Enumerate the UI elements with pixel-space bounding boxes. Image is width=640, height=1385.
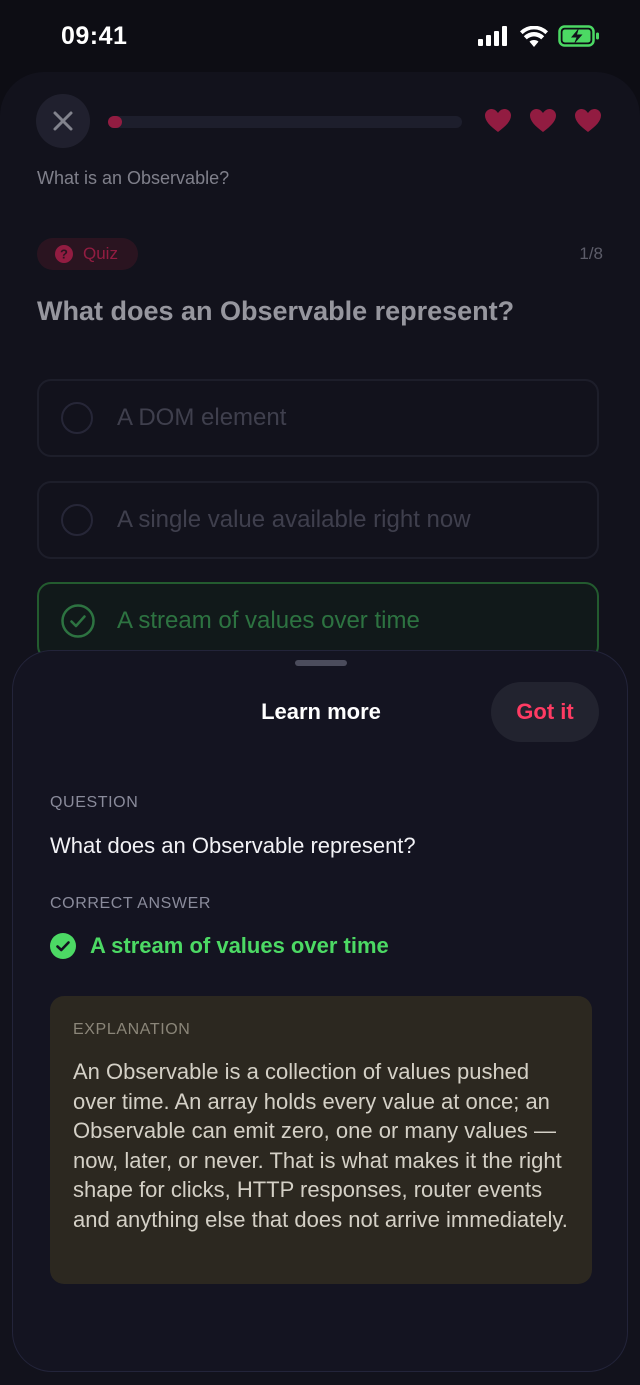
correct-answer-text: A stream of values over time — [90, 933, 389, 958]
status-icons — [478, 25, 600, 47]
check-circle-icon — [61, 604, 95, 638]
answer-option-correct[interactable]: A stream of values over time — [37, 582, 599, 660]
got-it-button[interactable]: Got it — [491, 682, 599, 742]
answer-option[interactable]: A DOM element — [37, 379, 599, 457]
screen: 09:41 What is an Observable? ? Quiz 1/8 … — [0, 0, 640, 1385]
sheet-question-text: What does an Observable represent? — [50, 833, 416, 858]
quiz-badge-label: Quiz — [83, 244, 118, 263]
answer-option-label: A stream of values over time — [117, 607, 420, 634]
answer-option-label: A single value available right now — [117, 506, 471, 533]
explanation-label: EXPLANATION — [73, 1021, 191, 1038]
heart-icon — [530, 109, 556, 132]
explanation-text: An Observable is a collection of values … — [73, 1059, 568, 1232]
radio-icon — [61, 504, 93, 536]
heart-icon — [485, 109, 511, 132]
explanation-box: EXPLANATION An Observable is a collectio… — [50, 996, 592, 1284]
close-button[interactable] — [36, 94, 90, 148]
lesson-title: What is an Observable? — [37, 168, 230, 188]
check-circle-icon — [50, 933, 76, 959]
close-icon — [53, 111, 73, 131]
radio-icon — [61, 402, 93, 434]
answer-option[interactable]: A single value available right now — [37, 481, 599, 559]
correct-answer: A stream of values over time — [50, 933, 389, 959]
progress-fill — [108, 116, 123, 128]
battery-charging-icon — [558, 25, 599, 47]
answer-option-label: A DOM element — [117, 404, 287, 431]
question-counter: 1/8 — [579, 244, 603, 263]
signal-icon — [478, 26, 507, 46]
question-section-label: QUESTION — [50, 794, 139, 811]
correct-answer-label: CORRECT ANSWER — [50, 895, 212, 912]
question-circle-icon: ? — [55, 245, 73, 263]
svg-text:?: ? — [60, 247, 68, 262]
hearts — [484, 108, 602, 133]
wifi-icon — [520, 25, 548, 47]
progress-bar — [108, 116, 462, 128]
learn-more-sheet: Learn more Got it QUESTION What does an … — [12, 650, 628, 1372]
status-bar: 09:41 — [0, 0, 640, 72]
question-title: What does an Observable represent? — [37, 296, 515, 326]
heart-icon — [575, 109, 601, 132]
quiz-badge: ? Quiz — [37, 238, 138, 270]
sheet-drag-handle[interactable] — [295, 660, 347, 666]
status-time: 09:41 — [61, 22, 128, 50]
